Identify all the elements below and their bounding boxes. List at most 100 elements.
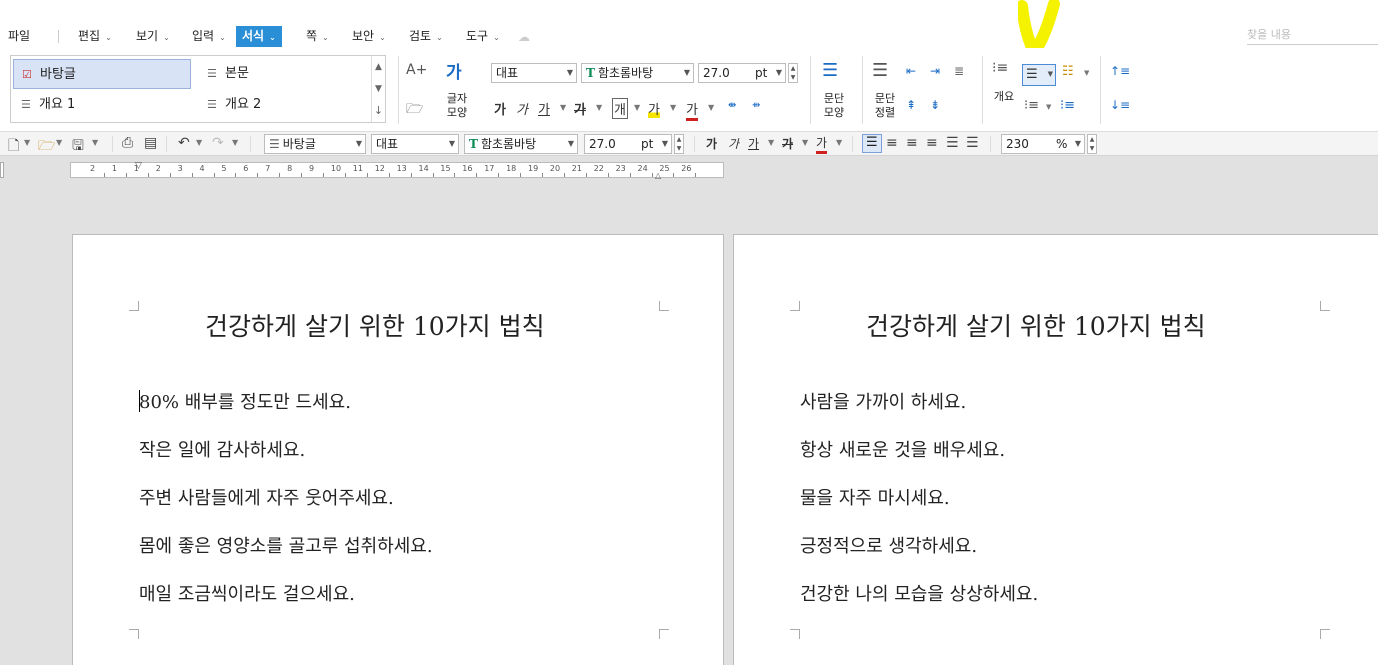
style-item-outline1[interactable]: ☰ 개요 1	[13, 90, 191, 120]
chevron-down-icon[interactable]: ▼	[596, 103, 602, 112]
sort-descending-icon[interactable]: ↓≡	[1110, 98, 1130, 112]
document-line[interactable]: 물을 자주 마시세요.	[800, 484, 950, 510]
chevron-down-icon[interactable]: ▼	[92, 138, 98, 147]
chevron-down-icon[interactable]: ▼	[836, 138, 842, 147]
toolbar-bold-button[interactable]: 가	[706, 135, 717, 152]
menu-insert[interactable]: 입력 ⌄	[186, 26, 232, 47]
toolbar-font-size-input[interactable]: 27.0 pt ▼	[584, 134, 672, 154]
chevron-down-icon[interactable]: ▼	[196, 138, 202, 147]
document-title[interactable]: 건강하게 살기 위한 10가지 법칙	[205, 307, 545, 343]
toolbar-font-color-button[interactable]: 가	[816, 134, 828, 154]
indent-right-icon[interactable]: ⇥	[930, 64, 940, 78]
chevron-down-icon[interactable]: ▼	[708, 103, 714, 112]
align-justify-button[interactable]: ☰	[862, 134, 882, 153]
menu-file[interactable]: 파일	[2, 26, 36, 47]
cloud-icon[interactable]: ☁	[518, 30, 530, 44]
zoom-input[interactable]: 230% ▼	[1001, 134, 1085, 154]
scroll-down-icon[interactable]: ▼	[372, 78, 385, 100]
repr-select[interactable]: 대표 ▼	[371, 134, 459, 154]
style-gallery-scrollbar[interactable]: ▲ ▼ ↓	[371, 56, 385, 122]
menu-security[interactable]: 보안 ⌄	[346, 26, 392, 47]
new-document-icon[interactable]: 🗋	[8, 135, 19, 159]
toolbar-italic-button[interactable]: 가	[728, 135, 739, 152]
document-line[interactable]: 주변 사람들에게 자주 웃어주세요.	[139, 484, 394, 510]
align-center-icon[interactable]: ≡	[906, 135, 918, 151]
style-select[interactable]: ☰ 바탕글 ▼	[264, 134, 366, 154]
decrease-indent-icon[interactable]: ⇞	[906, 98, 916, 112]
char-box-button[interactable]: 개	[612, 98, 628, 119]
open-folder-icon[interactable]: 🗁	[38, 135, 55, 159]
indent-marker[interactable]: ▽	[135, 161, 142, 171]
increase-indent-icon[interactable]: ⇟	[930, 98, 940, 112]
font-size-input[interactable]: 27.0 pt ▼	[698, 63, 786, 83]
right-margin-marker[interactable]: △	[655, 171, 661, 180]
save-icon[interactable]: 🖫	[72, 135, 84, 159]
style-item-bonmun[interactable]: ☰ 본문	[199, 59, 369, 89]
chevron-down-icon[interactable]: ▼	[232, 138, 238, 147]
highlight-button[interactable]: 가	[648, 99, 660, 118]
font-size-stepper[interactable]: ▲ ▼	[788, 63, 798, 83]
menu-view[interactable]: 보기 ⌄	[130, 26, 176, 47]
open-folder-icon[interactable]: 🗁	[406, 98, 423, 122]
outline-numbering-icon[interactable]: ⁝≡	[992, 60, 1008, 76]
outline-button[interactable]: 개요	[990, 90, 1018, 104]
para-shape-button[interactable]: 문단 모양	[818, 92, 850, 120]
zoom-stepper[interactable]: ▲ ▼	[1087, 134, 1097, 154]
scroll-up-icon[interactable]: ▲	[372, 56, 385, 78]
toolbar-font-select[interactable]: T 함초롬바탕 ▼	[464, 134, 578, 154]
document-line[interactable]: 매일 조금씩이라도 걸으세요.	[139, 580, 355, 606]
document-line[interactable]: 사람을 가까이 하세요.	[800, 388, 966, 414]
bullet-list-button[interactable]: ☰ ▼	[1022, 64, 1056, 86]
print-preview-icon[interactable]: ▤	[144, 135, 157, 151]
redo-icon[interactable]: ↷	[212, 135, 224, 151]
font-select[interactable]: T 함초롬바탕 ▼	[581, 63, 694, 83]
font-color-button[interactable]: 가	[686, 99, 698, 121]
toolbar-underline-button[interactable]: 가	[748, 135, 759, 152]
undo-icon[interactable]: ↶	[178, 135, 190, 151]
document-line[interactable]: 작은 일에 감사하세요.	[139, 436, 305, 462]
menu-edit[interactable]: 편집 ⌄	[72, 26, 118, 47]
expand-icon[interactable]: ↓	[372, 100, 385, 122]
char-spacing-wide-icon[interactable]: ⇻	[752, 100, 760, 111]
chevron-down-icon[interactable]: ▼	[1046, 103, 1051, 111]
style-item-batanggeul[interactable]: ☑ 바탕글	[13, 59, 191, 89]
numbered-list-icon[interactable]: ☷	[1062, 64, 1074, 79]
menu-review[interactable]: 검토 ⌄	[403, 26, 449, 47]
chevron-down-icon[interactable]: ▼	[670, 103, 676, 112]
char-shape-icon[interactable]: 가	[446, 58, 462, 83]
indent-left-icon[interactable]: ⇤	[906, 64, 916, 78]
align-right-icon[interactable]: ≡	[926, 135, 938, 151]
chevron-down-icon[interactable]: ▼	[56, 138, 62, 147]
style-repr-select[interactable]: 대표 ▼	[491, 63, 577, 83]
document-line[interactable]: 건강한 나의 모습을 상상하세요.	[800, 580, 1038, 606]
style-item-outline2[interactable]: ☰ 개요 2	[199, 90, 369, 120]
search-input[interactable]: 찾을 내용	[1247, 27, 1378, 45]
horizontal-ruler[interactable]: 2 1 1 2 3 4 5 6 7 8 9 10 11 12 13 14 15 16 17 18 19 20 21 22 23 2…	[70, 161, 724, 180]
toolbar-font-size-stepper[interactable]: ▲ ▼	[674, 134, 684, 154]
bold-button[interactable]: 가	[494, 99, 506, 118]
align-left-icon[interactable]: ≡	[886, 135, 898, 151]
chevron-down-icon[interactable]: ▼	[768, 138, 774, 147]
para-align-button[interactable]: 문단 정렬	[868, 92, 902, 120]
document-title[interactable]: 건강하게 살기 위한 10가지 법칙	[866, 307, 1206, 343]
document-page-2[interactable]: 건강하게 살기 위한 10가지 법칙 사람을 가까이 하세요. 항상 새로운 것…	[733, 234, 1378, 665]
chevron-down-icon[interactable]: ▼	[634, 103, 640, 112]
chevron-down-icon[interactable]: ▼	[1084, 69, 1089, 77]
document-line[interactable]: 항상 새로운 것을 배우세요.	[800, 436, 1005, 462]
italic-button[interactable]: 가	[516, 99, 528, 118]
underline-button[interactable]: 가	[538, 99, 550, 118]
chevron-down-icon[interactable]: ▼	[560, 103, 566, 112]
menu-page[interactable]: 쪽 ⌄	[300, 26, 335, 47]
chevron-down-icon[interactable]: ▼	[802, 138, 808, 147]
list-level-down-icon[interactable]: ⁝≡	[1060, 98, 1075, 113]
document-line[interactable]: 80% 배부를 정도만 드세요.	[139, 388, 351, 414]
document-page-1[interactable]: 건강하게 살기 위한 10가지 법칙 80% 배부를 정도만 드세요. 작은 일…	[72, 234, 724, 665]
char-spacing-narrow-icon[interactable]: ⇼	[728, 100, 736, 111]
sort-ascending-icon[interactable]: ↑≡	[1110, 64, 1130, 78]
char-shape-button[interactable]: 글자 모양	[442, 92, 472, 120]
align-distribute-icon[interactable]: ☰	[946, 135, 959, 151]
menu-tools[interactable]: 도구 ⌄	[460, 26, 506, 47]
toolbar-strike-button[interactable]: 가	[782, 135, 793, 152]
strikethrough-button[interactable]: 가	[574, 99, 586, 118]
add-style-icon[interactable]: A+	[406, 62, 427, 78]
